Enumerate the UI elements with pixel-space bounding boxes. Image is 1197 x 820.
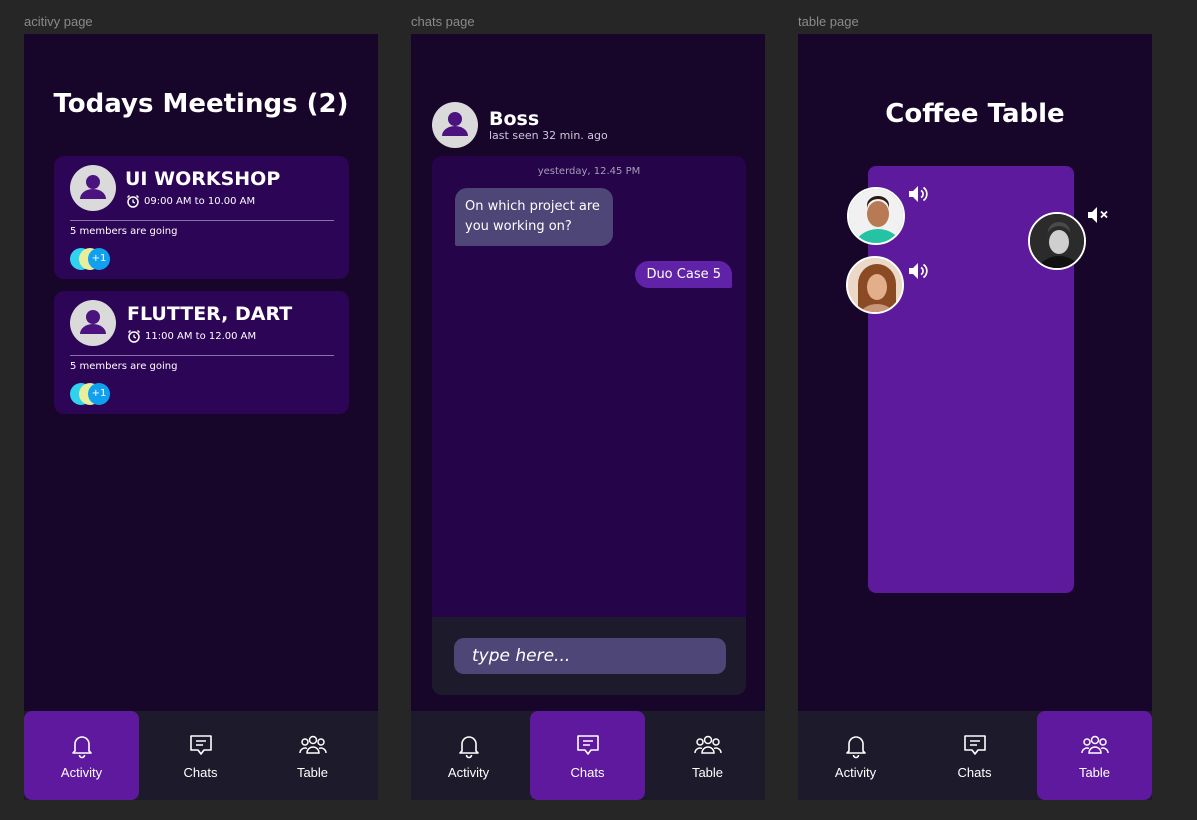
user-avatar-icon <box>70 300 116 346</box>
nav-activity[interactable]: Activity <box>798 711 913 800</box>
bottom-nav: Activity Chats Table <box>24 711 378 800</box>
divider <box>70 355 334 356</box>
nav-activity[interactable]: Activity <box>411 711 526 800</box>
group-icon <box>298 735 327 754</box>
extra-members-badge: +1 <box>88 248 110 270</box>
message-input[interactable] <box>454 638 726 674</box>
nav-table[interactable]: Table <box>255 711 370 800</box>
nav-label: Chats <box>570 765 605 780</box>
speaker-on-icon[interactable] <box>906 260 930 282</box>
bottom-nav: Activity Chats Table <box>411 711 765 800</box>
chat-icon <box>963 735 986 755</box>
bell-icon <box>845 736 866 759</box>
nav-chats[interactable]: Chats <box>143 711 258 800</box>
meeting-title: UI WORKSHOP <box>125 168 281 190</box>
extra-members-badge: +1 <box>88 383 110 405</box>
divider <box>70 220 334 221</box>
table-screen: Coffee Table Activity Chats Table <box>798 34 1152 800</box>
bell-icon <box>458 736 479 759</box>
participant-avatar[interactable] <box>846 256 904 314</box>
chat-window: yesterday, 12.45 PM On which project are… <box>432 156 746 695</box>
meeting-card[interactable]: FLUTTER, DART 11:00 AM to 12.00 AM 5 mem… <box>54 291 349 414</box>
last-seen: last seen 32 min. ago <box>489 129 608 142</box>
nav-table[interactable]: Table <box>650 711 765 800</box>
meeting-time-text: 11:00 AM to 12.00 AM <box>145 331 257 342</box>
nav-label: Chats <box>183 765 218 780</box>
activity-screen: Todays Meetings (2) UI WORKSHOP 09:00 AM… <box>24 34 378 800</box>
alarm-clock-icon <box>128 330 140 343</box>
members-count: 5 members are going <box>70 226 178 237</box>
meeting-time: 09:00 AM to 10.00 AM <box>126 194 255 208</box>
incoming-message: On which project are you working on? <box>455 188 613 246</box>
nav-table[interactable]: Table <box>1037 711 1152 800</box>
chats-screen: Boss last seen 32 min. ago yesterday, 12… <box>411 34 765 800</box>
group-icon <box>1080 735 1109 754</box>
chat-icon <box>189 735 212 755</box>
composer <box>432 617 746 695</box>
speaker-on-icon[interactable] <box>906 183 930 205</box>
user-avatar-icon <box>70 165 116 211</box>
nav-chats[interactable]: Chats <box>917 711 1032 800</box>
meeting-time-text: 09:00 AM to 10.00 AM <box>144 196 256 207</box>
nav-chats[interactable]: Chats <box>530 711 645 800</box>
participant-avatar[interactable] <box>1028 212 1086 270</box>
outgoing-message: Duo Case 5 <box>635 261 732 288</box>
alarm-clock-icon <box>127 195 139 208</box>
group-icon <box>693 735 722 754</box>
meeting-card[interactable]: UI WORKSHOP 09:00 AM to 10.00 AM 5 membe… <box>54 156 349 279</box>
member-avatars[interactable]: +1 <box>70 383 130 405</box>
frame-label-activity: acitivy page <box>24 14 93 29</box>
bottom-nav: Activity Chats Table <box>798 711 1152 800</box>
chat-icon <box>576 735 599 755</box>
contact-name: Boss <box>489 108 540 130</box>
meeting-title: FLUTTER, DART <box>127 303 293 325</box>
nav-label: Activity <box>60 765 103 780</box>
bell-icon <box>71 736 92 759</box>
nav-label: Activity <box>834 765 877 780</box>
meeting-time: 11:00 AM to 12.00 AM <box>127 329 256 343</box>
nav-label: Table <box>1078 765 1111 780</box>
nav-label: Table <box>296 765 329 780</box>
frame-label-table: table page <box>798 14 859 29</box>
speaker-muted-icon[interactable] <box>1085 204 1111 226</box>
message-timestamp: yesterday, 12.45 PM <box>537 166 641 177</box>
page-title: Todays Meetings (2) <box>53 89 349 119</box>
nav-activity[interactable]: Activity <box>24 711 139 800</box>
page-title: Coffee Table <box>885 99 1065 129</box>
nav-label: Chats <box>957 765 992 780</box>
members-count: 5 members are going <box>70 361 178 372</box>
nav-label: Table <box>691 765 724 780</box>
nav-label: Activity <box>447 765 490 780</box>
member-avatars[interactable]: +1 <box>70 248 130 270</box>
contact-avatar-icon[interactable] <box>432 102 478 148</box>
frame-label-chats: chats page <box>411 14 475 29</box>
participant-avatar[interactable] <box>847 187 905 245</box>
